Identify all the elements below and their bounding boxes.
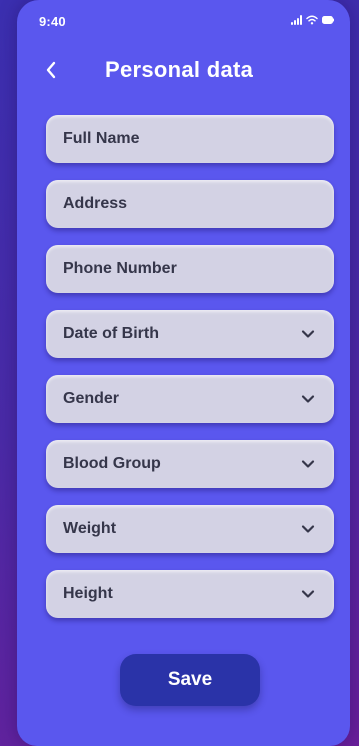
field-label: Full Name	[63, 130, 140, 147]
field-label: Gender	[63, 390, 120, 407]
personal-data-form: Full Name Address Phone Number Date of B…	[46, 115, 334, 635]
status-bar: 9:40	[17, 0, 350, 40]
save-button[interactable]: Save	[120, 654, 260, 706]
field-label: Phone Number	[63, 260, 177, 277]
chevron-down-icon	[300, 391, 316, 407]
chevron-down-icon	[300, 326, 316, 342]
field-label: Blood Group	[63, 455, 161, 472]
gender-select[interactable]: Gender	[46, 375, 334, 423]
weight-select[interactable]: Weight	[46, 505, 334, 553]
back-button[interactable]	[37, 56, 65, 84]
status-icons	[291, 15, 334, 25]
chevron-left-icon	[46, 61, 56, 79]
address-field[interactable]: Address	[46, 180, 334, 228]
chevron-down-icon	[300, 586, 316, 602]
field-label: Address	[63, 195, 128, 212]
field-label: Height	[63, 585, 113, 602]
phone-screen: 9:40 Personal data Full Name Address Pho…	[17, 0, 350, 746]
signal-icon	[291, 15, 302, 25]
field-label: Weight	[63, 520, 117, 537]
height-select[interactable]: Height	[46, 570, 334, 618]
blood-group-select[interactable]: Blood Group	[46, 440, 334, 488]
wifi-icon	[306, 15, 318, 25]
page-title: Personal data	[105, 57, 254, 82]
field-label: Date of Birth	[63, 325, 159, 342]
battery-icon	[322, 16, 334, 24]
phone-number-field[interactable]: Phone Number	[46, 245, 334, 293]
chevron-down-icon	[300, 456, 316, 472]
date-of-birth-select[interactable]: Date of Birth	[46, 310, 334, 358]
chevron-down-icon	[300, 521, 316, 537]
full-name-field[interactable]: Full Name	[46, 115, 334, 163]
status-time: 9:40	[39, 14, 66, 29]
header: Personal data	[17, 50, 350, 90]
